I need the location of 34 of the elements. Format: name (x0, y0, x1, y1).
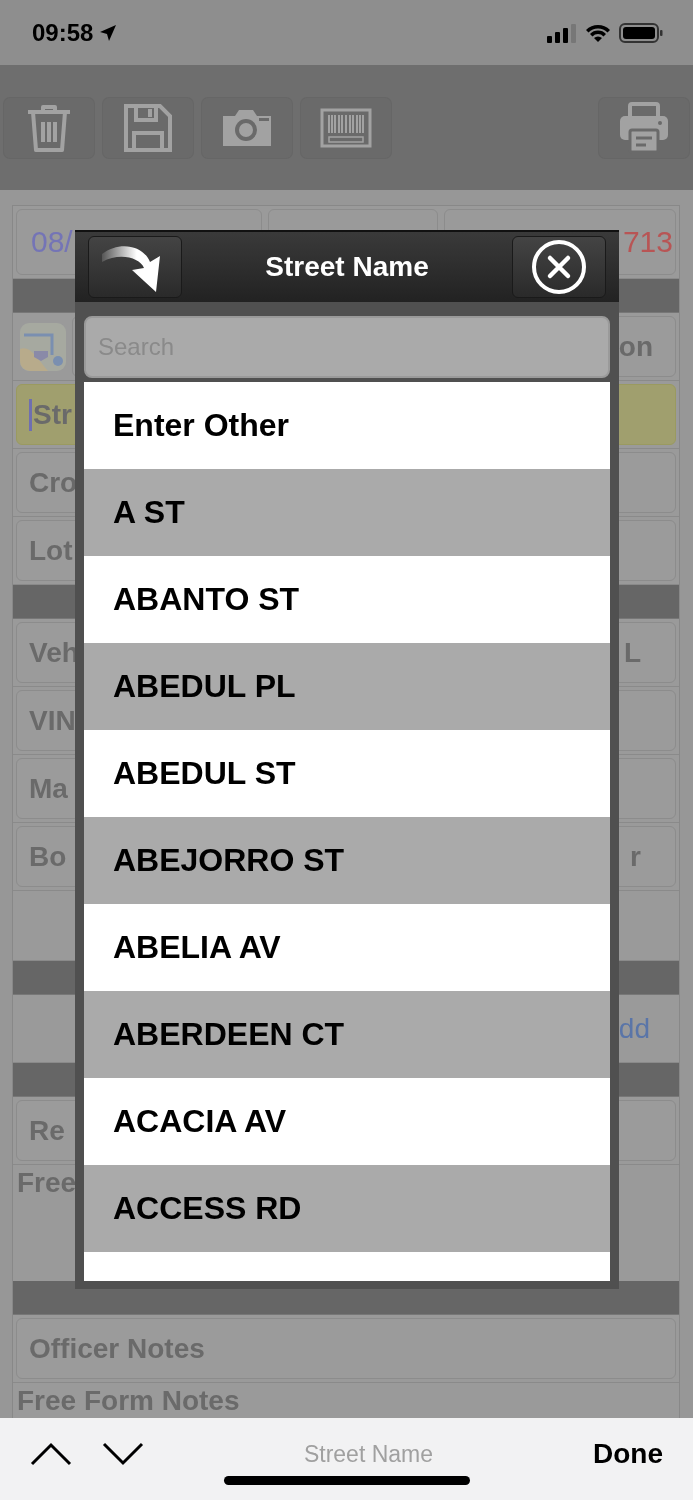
print-button[interactable] (599, 97, 689, 158)
signal-icon (547, 22, 577, 43)
location-arrow-icon (99, 23, 118, 42)
previous-field-button[interactable] (30, 1442, 72, 1466)
map-icon[interactable] (20, 320, 66, 373)
forward-button[interactable] (88, 236, 182, 298)
delete-button[interactable] (4, 97, 94, 158)
street-list-item[interactable]: ABEDUL PL (84, 643, 610, 730)
clock-time: 09:58 (32, 18, 94, 47)
chevron-up-icon (30, 1442, 72, 1466)
save-button[interactable] (103, 97, 193, 158)
street-list-item[interactable]: Enter Other (84, 382, 610, 469)
next-field-button[interactable] (102, 1442, 144, 1466)
done-button[interactable]: Done (593, 1438, 663, 1470)
street-list-item[interactable]: ACCESS RD (84, 1165, 610, 1252)
camera-icon (221, 107, 273, 148)
street-list-item[interactable]: ABEDUL ST (84, 730, 610, 817)
street-list-item[interactable]: ABANTO ST (84, 556, 610, 643)
printer-icon (618, 101, 670, 154)
street-list-item[interactable]: ABELIA AV (84, 904, 610, 991)
close-button[interactable] (512, 236, 606, 298)
battery-icon (619, 21, 663, 44)
barcode-icon (320, 107, 372, 148)
camera-button[interactable] (202, 97, 292, 158)
chevron-down-icon (102, 1442, 144, 1466)
field-label: Street Name (302, 1440, 435, 1468)
street-list-item[interactable]: A ST (84, 469, 610, 556)
street-list-item[interactable]: ACACIA AV (84, 1078, 610, 1165)
close-icon (531, 239, 587, 295)
barcode-button[interactable] (301, 97, 391, 158)
dialog-title: Street Name (264, 251, 430, 283)
street-list-item[interactable]: ABEJORRO ST (84, 817, 610, 904)
wifi-icon (585, 22, 611, 43)
street-list-item[interactable]: ABERDEEN CT (84, 991, 610, 1078)
